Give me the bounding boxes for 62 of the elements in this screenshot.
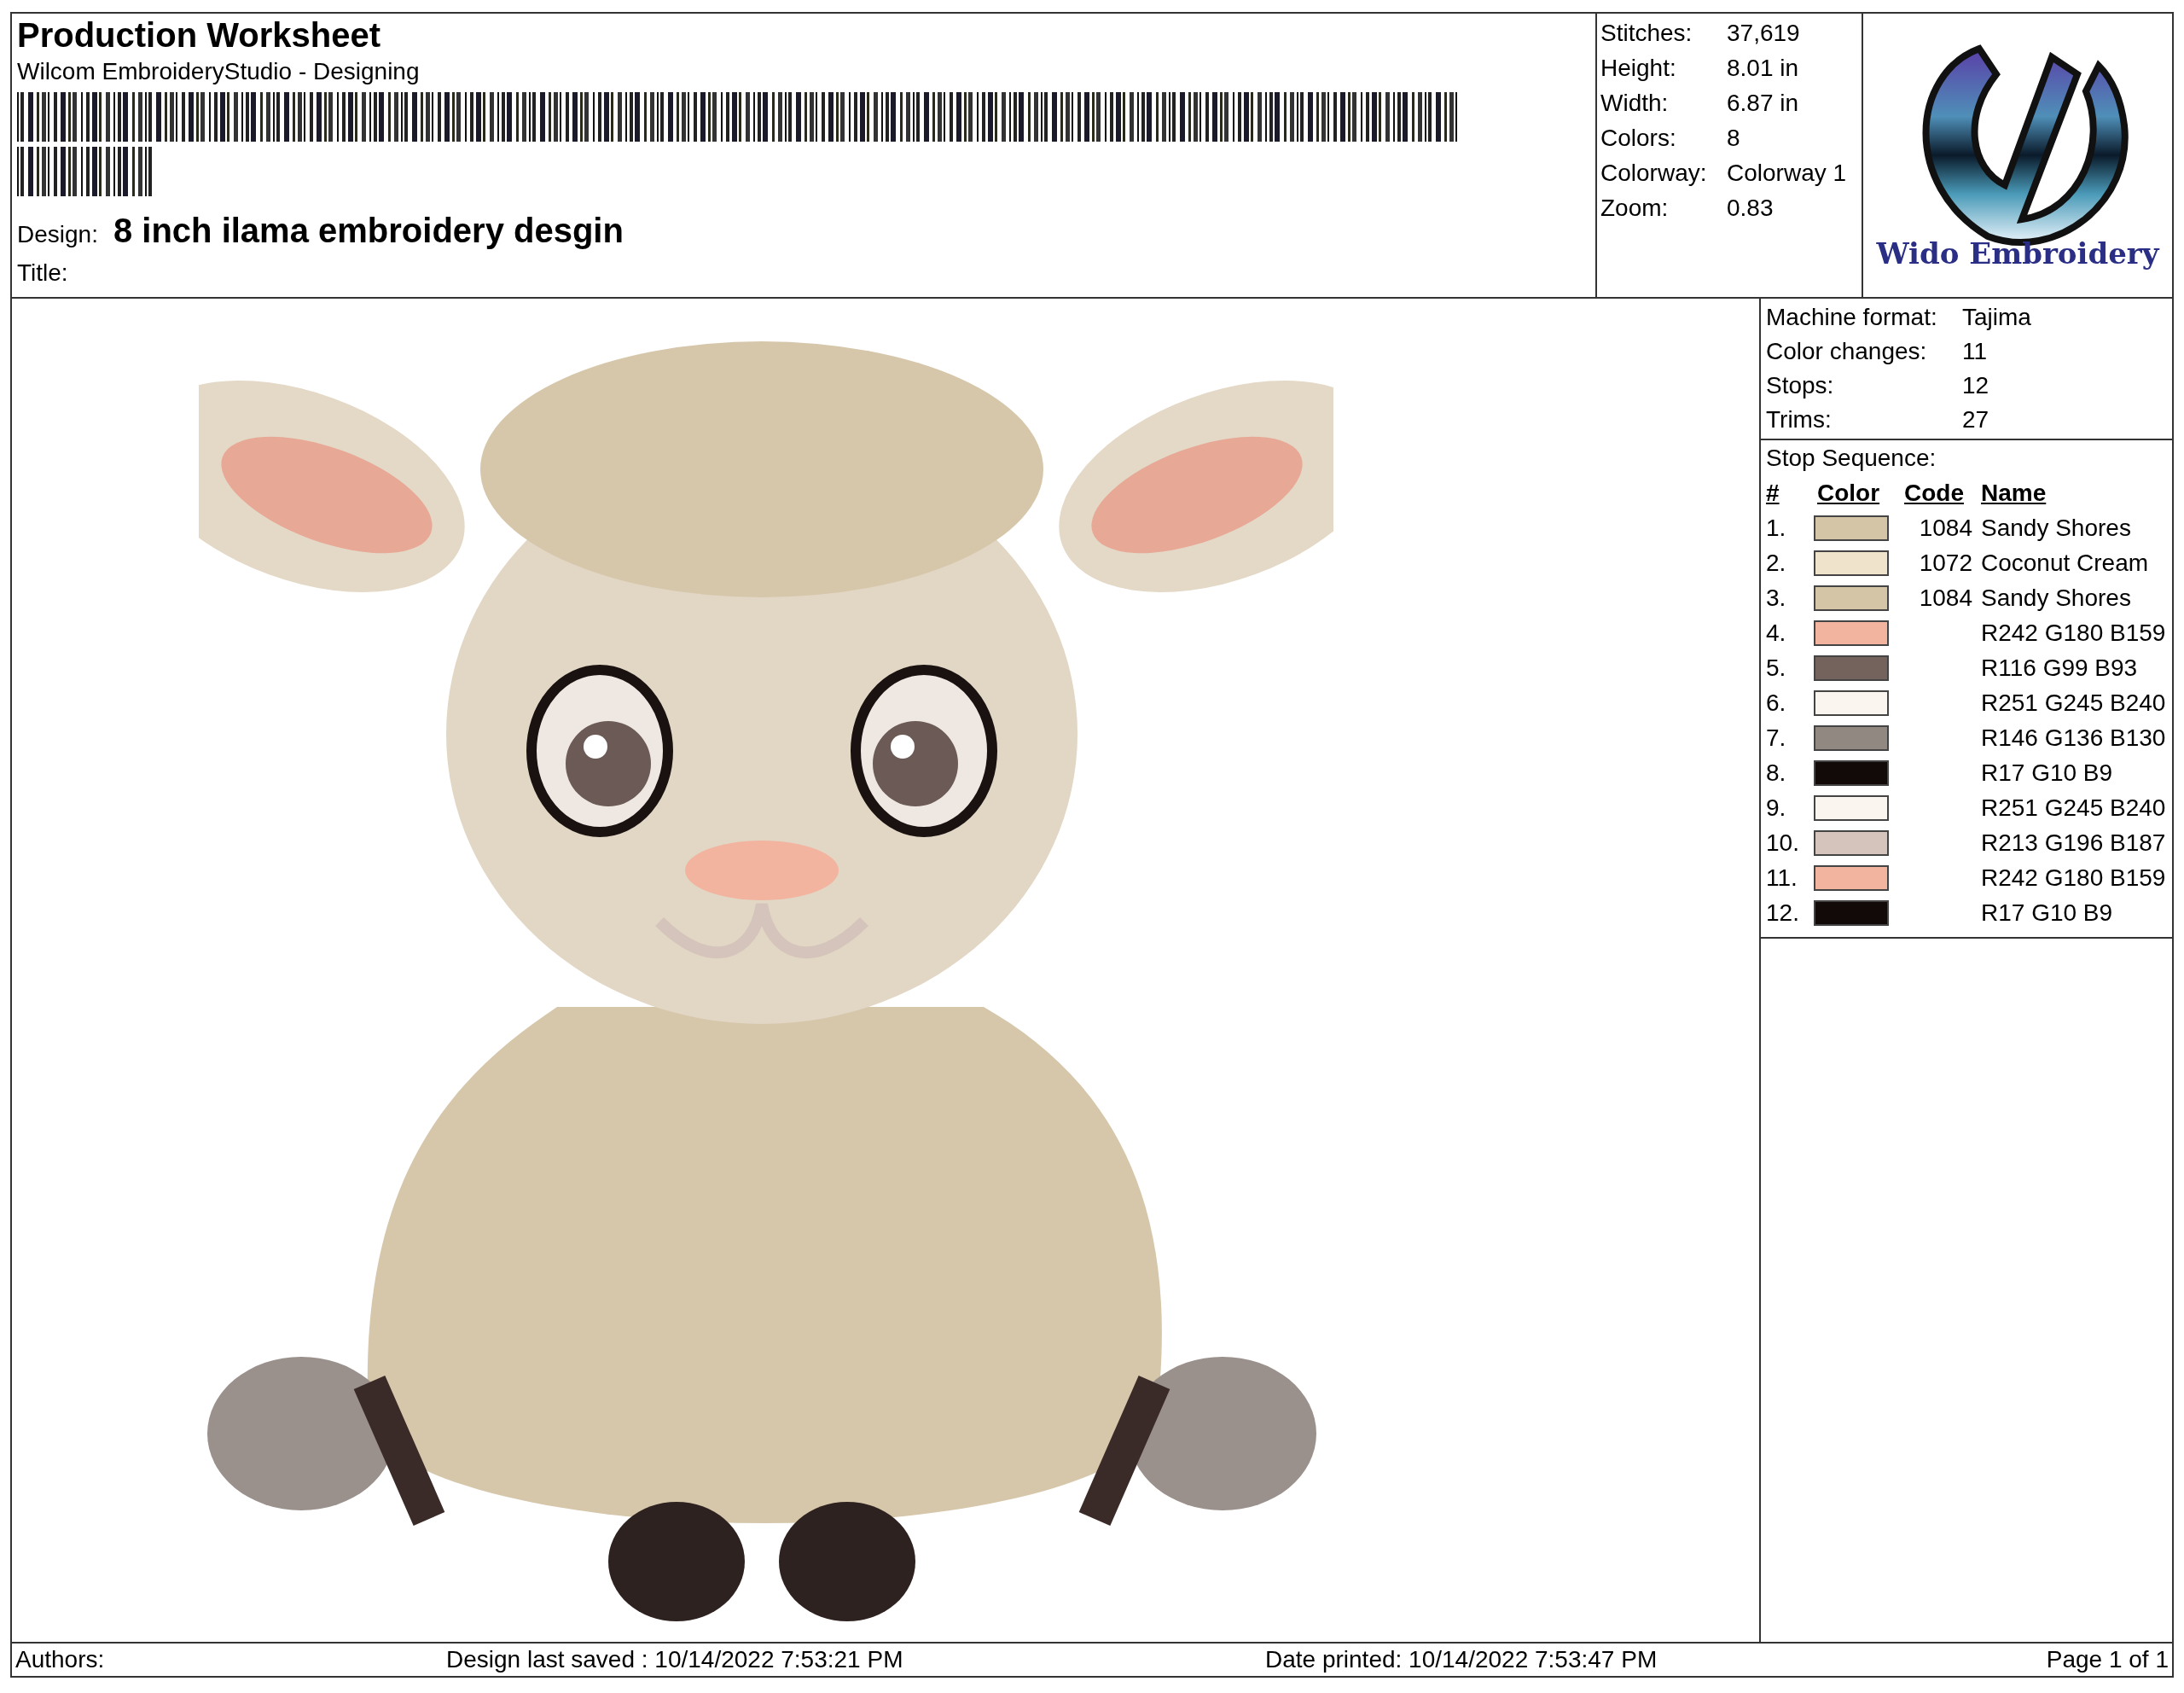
stop-number: 9. — [1766, 794, 1787, 823]
design-name: 8 inch ilama embroidery desgin — [113, 211, 624, 251]
thread-name: Coconut Cream — [1981, 549, 2149, 578]
stop-number: 4. — [1766, 619, 1787, 648]
info-value: 11 — [1962, 337, 1988, 366]
info-label: Machine format: — [1766, 303, 1938, 332]
thread-name: R213 G196 B187 — [1981, 829, 2166, 858]
thread-name: R251 G245 B240 — [1981, 689, 2166, 718]
info-label: Color changes: — [1766, 337, 1928, 366]
stop-number: 5. — [1766, 654, 1787, 683]
column-header: Code — [1904, 480, 1964, 506]
thread-name: R17 G10 B9 — [1981, 759, 2113, 788]
stat-label: Height: — [1600, 54, 1677, 83]
thread-code: 1084 — [1919, 585, 1972, 611]
stop-number: 1. — [1766, 514, 1787, 543]
stat-label: Zoom: — [1600, 194, 1670, 223]
stop-number: 7. — [1766, 724, 1787, 753]
info-value: 27 — [1962, 405, 1989, 434]
thread-name: Sandy Shores — [1981, 514, 2131, 543]
thread-name: R146 G136 B130 — [1981, 724, 2166, 753]
page-number: Page 1 of 1 — [2046, 1645, 2169, 1674]
thread-name: R116 G99 B93 — [1981, 654, 2138, 683]
stat-value: 6.87 in — [1727, 89, 1799, 118]
stop-number: 12. — [1766, 899, 1800, 928]
stat-value: Colorway 1 — [1727, 159, 1847, 188]
info-value: 12 — [1962, 371, 1989, 400]
stat-value: 37,619 — [1727, 19, 1800, 48]
thread-name: R242 G180 B159 — [1981, 619, 2166, 648]
thread-name: Sandy Shores — [1981, 584, 2131, 613]
title-label: Title: — [17, 259, 68, 288]
last-saved-text: Design last saved : 10/14/2022 7:53:21 PM — [446, 1645, 904, 1674]
column-header: # — [1766, 480, 1780, 506]
column-header: Color — [1817, 480, 1880, 506]
thread-name: R17 G10 B9 — [1981, 899, 2113, 928]
thread-name: R251 G245 B240 — [1981, 794, 2166, 823]
thread-code: 1084 — [1919, 515, 1972, 541]
stat-label: Colorway: — [1600, 159, 1708, 188]
stat-value: 8 — [1727, 124, 1740, 153]
worksheet-title: Production Worksheet — [17, 15, 380, 55]
stat-value: 8.01 in — [1727, 54, 1799, 83]
column-header: Name — [1981, 480, 2047, 506]
stat-value: 0.83 — [1727, 194, 1774, 223]
info-label: Trims: — [1766, 405, 1833, 434]
logo-text: Wido Embroidery — [1876, 236, 2159, 271]
stop-number: 3. — [1766, 584, 1787, 613]
info-value: Tajima — [1962, 303, 2031, 332]
stop-number: 2. — [1766, 549, 1787, 578]
stat-label: Stitches: — [1600, 19, 1693, 48]
stop-number: 8. — [1766, 759, 1787, 788]
stat-label: Colors: — [1600, 124, 1677, 153]
stop-number: 11. — [1766, 864, 1798, 893]
app-name: Wilcom EmbroideryStudio - Designing — [17, 57, 420, 86]
stat-label: Width: — [1600, 89, 1670, 118]
thread-code: 1072 — [1919, 550, 1972, 576]
thread-name: R242 G180 B159 — [1981, 864, 2166, 893]
authors-label: Authors: — [15, 1645, 106, 1674]
design-label: Design: — [17, 220, 98, 249]
date-printed-text: Date printed: 10/14/2022 7:53:47 PM — [1265, 1645, 1658, 1674]
info-label: Stops: — [1766, 371, 1835, 400]
section-title: Stop Sequence: — [1766, 444, 1937, 473]
stop-number: 6. — [1766, 689, 1787, 718]
stop-number: 10. — [1766, 829, 1800, 858]
